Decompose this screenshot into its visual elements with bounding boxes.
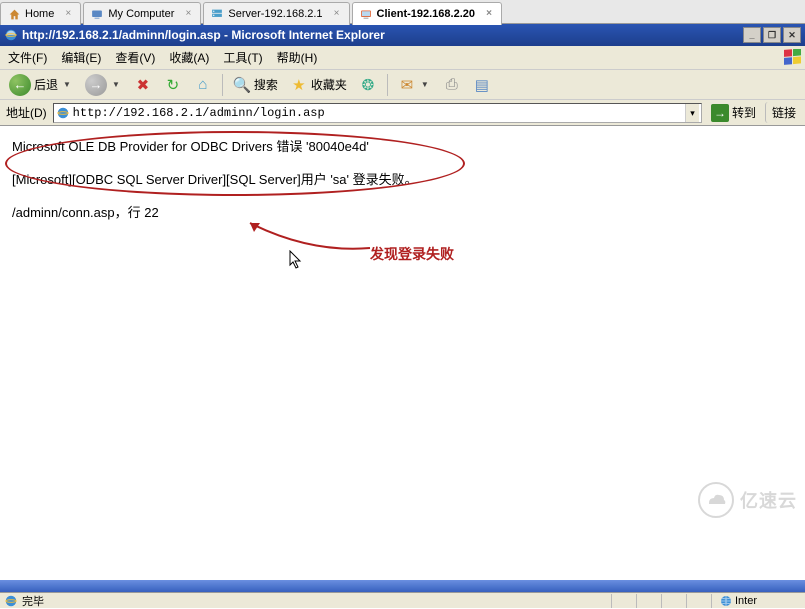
back-button[interactable]: ← 后退 ▼ xyxy=(4,72,78,98)
status-text: 完毕 xyxy=(22,593,44,609)
links-label: 链接 xyxy=(772,104,796,121)
error-line-3: /adminn/conn.asp，行 22 xyxy=(12,202,793,221)
error-line-1: Microsoft OLE DB Provider for ODBC Drive… xyxy=(12,136,793,155)
edit-button[interactable]: ▤ xyxy=(468,74,496,96)
favorites-button[interactable]: ★ 收藏夹 xyxy=(285,74,352,96)
cursor-icon xyxy=(289,250,303,270)
menubar: 文件(F) 编辑(E) 查看(V) 收藏(A) 工具(T) 帮助(H) xyxy=(0,46,805,70)
status-cell xyxy=(636,594,660,608)
mail-icon: ✉ xyxy=(398,76,416,94)
stop-icon: ✖ xyxy=(134,76,152,94)
minimize-button[interactable]: _ xyxy=(743,27,761,43)
ie-icon xyxy=(4,594,18,608)
menu-favorites[interactable]: 收藏(A) xyxy=(163,47,215,68)
home-button[interactable]: ⌂ xyxy=(189,74,217,96)
dropdown-icon: ▼ xyxy=(110,80,122,89)
vm-tab-home[interactable]: Home × xyxy=(0,2,81,25)
annotation-label: 发现登录失败 xyxy=(370,244,454,264)
address-dropdown[interactable]: ▾ xyxy=(685,104,699,122)
error-line-2: [Microsoft][ODBC SQL Server Driver][SQL … xyxy=(12,169,793,188)
watermark: 亿速云 xyxy=(698,482,797,518)
status-zone: Inter xyxy=(711,594,801,608)
computer-icon xyxy=(90,7,104,21)
dropdown-icon: ▼ xyxy=(61,80,73,89)
star-icon: ★ xyxy=(290,76,308,94)
dropdown-icon: ▼ xyxy=(419,80,431,89)
menu-file[interactable]: 文件(F) xyxy=(2,47,53,68)
taskbar-strip xyxy=(0,580,805,592)
status-cell xyxy=(661,594,685,608)
window-title: http://192.168.2.1/adminn/login.asp - Mi… xyxy=(22,28,385,42)
favorites-label: 收藏夹 xyxy=(311,76,347,93)
tab-label: My Computer xyxy=(108,8,174,20)
windows-logo-icon xyxy=(783,49,803,67)
restore-button[interactable]: ❐ xyxy=(763,27,781,43)
titlebar: http://192.168.2.1/adminn/login.asp - Mi… xyxy=(0,24,805,46)
separator xyxy=(387,74,388,96)
tab-label: Home xyxy=(25,8,54,20)
close-icon[interactable]: × xyxy=(483,8,495,20)
addressbar: 地址(D) ▾ → 转到 链接 xyxy=(0,100,805,126)
search-icon: 🔍 xyxy=(233,76,251,94)
go-label: 转到 xyxy=(732,104,756,121)
close-icon[interactable]: × xyxy=(182,8,194,20)
ie-icon xyxy=(4,28,18,42)
close-icon[interactable]: × xyxy=(331,8,343,20)
search-button[interactable]: 🔍 搜索 xyxy=(228,74,283,96)
history-icon: ❂ xyxy=(359,76,377,94)
ie-icon xyxy=(56,106,70,120)
print-icon: ⎙ xyxy=(443,76,461,94)
edit-icon: ▤ xyxy=(473,76,491,94)
home-icon xyxy=(7,7,21,21)
tab-label: Server-192.168.2.1 xyxy=(228,8,322,20)
zone-text: Inter xyxy=(735,595,757,607)
back-icon: ← xyxy=(9,74,31,96)
address-input-wrap: ▾ xyxy=(53,103,702,123)
print-button[interactable]: ⎙ xyxy=(438,74,466,96)
history-button[interactable]: ❂ xyxy=(354,74,382,96)
mail-button[interactable]: ✉▼ xyxy=(393,74,436,96)
go-button[interactable]: → 转到 xyxy=(706,102,761,124)
server-icon xyxy=(210,7,224,21)
globe-icon xyxy=(720,595,732,607)
forward-button[interactable]: → ▼ xyxy=(80,72,127,98)
links-button[interactable]: 链接 xyxy=(765,102,801,123)
vm-tab-client[interactable]: Client-192.168.2.20 × xyxy=(352,2,502,25)
close-button[interactable]: ✕ xyxy=(783,27,801,43)
menu-help[interactable]: 帮助(H) xyxy=(271,47,324,68)
tab-label: Client-192.168.2.20 xyxy=(377,8,475,20)
vm-tab-server[interactable]: Server-192.168.2.1 × xyxy=(203,2,349,25)
page-content: Microsoft OLE DB Provider for ODBC Drive… xyxy=(0,126,805,580)
window-buttons: _ ❐ ✕ xyxy=(743,27,801,43)
address-input[interactable] xyxy=(73,106,682,120)
vm-tab-my-computer[interactable]: My Computer × xyxy=(83,2,201,25)
status-cell xyxy=(611,594,635,608)
refresh-icon: ↻ xyxy=(164,76,182,94)
watermark-text: 亿速云 xyxy=(740,487,797,513)
menu-edit[interactable]: 编辑(E) xyxy=(55,47,107,68)
statusbar: 完毕 Inter xyxy=(0,592,805,608)
menu-view[interactable]: 查看(V) xyxy=(109,47,161,68)
refresh-button[interactable]: ↻ xyxy=(159,74,187,96)
toolbar: ← 后退 ▼ → ▼ ✖ ↻ ⌂ 🔍 搜索 ★ 收藏夹 ❂ ✉▼ ⎙ ▤ xyxy=(0,70,805,100)
menu-tools[interactable]: 工具(T) xyxy=(217,47,268,68)
close-icon[interactable]: × xyxy=(62,8,74,20)
home-icon: ⌂ xyxy=(194,76,212,94)
address-label: 地址(D) xyxy=(4,104,49,121)
forward-icon: → xyxy=(85,74,107,96)
status-cell xyxy=(686,594,710,608)
search-label: 搜索 xyxy=(254,76,278,93)
back-label: 后退 xyxy=(34,76,58,93)
separator xyxy=(222,74,223,96)
vm-tabs: Home × My Computer × Server-192.168.2.1 … xyxy=(0,0,805,24)
stop-button[interactable]: ✖ xyxy=(129,74,157,96)
client-icon xyxy=(359,7,373,21)
go-icon: → xyxy=(711,104,729,122)
